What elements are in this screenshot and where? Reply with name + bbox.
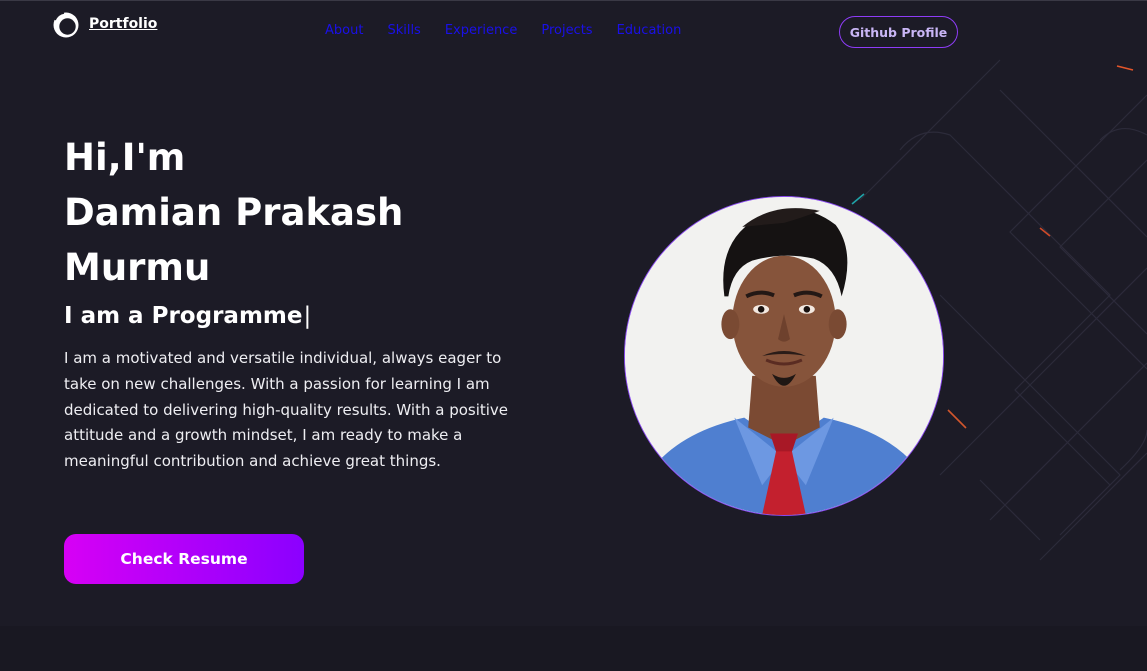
role-prefix: I am a xyxy=(64,303,144,329)
top-border xyxy=(0,0,1147,1)
portfolio-page: Portfolio About Skills Experience Projec… xyxy=(0,0,1147,671)
github-profile-button[interactable]: Github Profile xyxy=(839,16,958,48)
avatar-illustration xyxy=(625,197,943,515)
logo-ring-icon xyxy=(53,12,79,38)
hero-name-line1: Damian Prakash xyxy=(64,191,404,234)
brand-logo[interactable]: Portfolio xyxy=(52,11,157,39)
brand-name[interactable]: Portfolio xyxy=(89,16,157,32)
check-resume-button[interactable]: Check Resume xyxy=(64,534,304,584)
nav-link-education[interactable]: Education xyxy=(617,23,682,38)
nav-link-skills[interactable]: Skills xyxy=(387,23,420,38)
profile-photo xyxy=(624,196,944,516)
hero-name-line2: Murmu xyxy=(64,246,211,289)
nav-link-experience[interactable]: Experience xyxy=(445,23,518,38)
role-typewriter: I am a Programme| xyxy=(64,303,311,329)
typing-cursor: | xyxy=(303,303,312,329)
hero-bio: I am a motivated and versatile individua… xyxy=(64,349,509,471)
role-typed-text: Programme xyxy=(151,303,303,329)
section-divider-band xyxy=(0,626,1147,671)
main-nav: About Skills Experience Projects Educati… xyxy=(325,23,705,38)
hero-greeting: Hi,I'm xyxy=(64,136,186,179)
hero-title: Hi,I'm Damian Prakash Murmu xyxy=(64,130,403,295)
nav-link-projects[interactable]: Projects xyxy=(541,23,592,38)
nav-link-about[interactable]: About xyxy=(325,23,363,38)
